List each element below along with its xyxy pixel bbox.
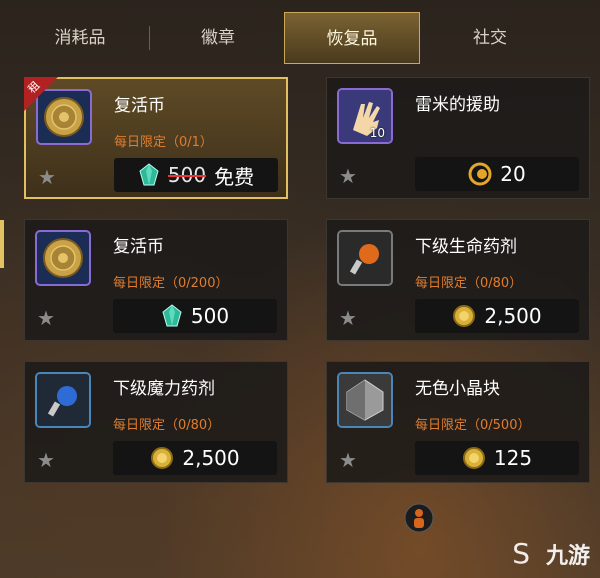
tab-recovery[interactable]: 恢复品 [284, 12, 420, 64]
gold-coin-icon [462, 447, 485, 469]
buy-button[interactable]: 125 [415, 441, 579, 475]
favorite-star-icon[interactable]: ★ [37, 450, 55, 470]
favorite-star-icon[interactable]: ★ [38, 167, 56, 187]
character-icon [404, 503, 434, 533]
item-icon-frame: 10 [337, 88, 393, 144]
favorite-star-icon[interactable]: ★ [339, 450, 357, 470]
item-name: 复活币 [114, 96, 165, 116]
shop-item-card[interactable]: 下级魔力药剂 每日限定（0/80） ★ 2,500 [24, 361, 288, 483]
buy-button[interactable]: 20 [415, 157, 579, 191]
original-price: 500 [167, 163, 207, 187]
tab-social[interactable]: 社交 [430, 12, 550, 64]
favorite-star-icon[interactable]: ★ [339, 308, 357, 328]
scroll-indicator [0, 220, 4, 268]
item-name: 下级魔力药剂 [113, 379, 215, 399]
item-icon-frame [337, 230, 393, 286]
item-daily-limit: 每日限定（0/1） [114, 135, 213, 150]
gold-coin-icon [453, 305, 476, 327]
gold-coin-icon [151, 447, 174, 469]
tab-badges[interactable]: 徽章 [158, 12, 278, 64]
item-price: 20 [500, 162, 526, 186]
item-name: 无色小晶块 [415, 379, 500, 399]
gem-icon [139, 163, 159, 186]
free-label: 免费 [214, 164, 255, 189]
item-quantity: 10 [369, 126, 385, 140]
item-price: 2,500 [182, 446, 240, 470]
item-daily-limit: 每日限定（0/500） [415, 418, 531, 433]
item-daily-limit: 每日限定（0/200） [113, 276, 229, 291]
health-potion-icon [339, 232, 391, 284]
item-daily-limit: 每日限定（0/80） [415, 276, 523, 291]
crescent-coin-icon [468, 162, 492, 186]
favorite-star-icon[interactable]: ★ [339, 166, 357, 186]
item-price: 125 [493, 446, 533, 470]
buy-button[interactable]: 2,500 [415, 299, 579, 333]
item-name: 雷米的援助 [415, 95, 500, 115]
crystal-shard-icon [339, 374, 391, 426]
buy-button[interactable]: 500 [113, 299, 277, 333]
item-name: 下级生命药剂 [415, 237, 517, 257]
shop-item-card[interactable]: 10 雷米的援助 ★ 20 [326, 77, 590, 199]
item-icon-frame [35, 372, 91, 428]
item-name: 复活币 [113, 237, 164, 257]
shop-item-card[interactable]: 无色小晶块 每日限定（0/500） ★ 125 [326, 361, 590, 483]
buy-button[interactable]: 500 免费 [114, 158, 278, 192]
shop-item-card[interactable]: 租 复活币 每日限定（0/1） ★ 500 免费 [24, 77, 288, 199]
shop-item-card[interactable]: 复活币 每日限定（0/200） ★ 500 [24, 219, 288, 341]
tab-divider [149, 26, 150, 50]
watermark-text: 九游 [545, 544, 590, 569]
buy-button[interactable]: 2,500 [113, 441, 277, 475]
item-price: 2,500 [484, 304, 542, 328]
revive-coin-icon [43, 238, 83, 278]
tab-consumables[interactable]: 消耗品 [20, 12, 140, 64]
favorite-star-icon[interactable]: ★ [37, 308, 55, 328]
mana-potion-icon [37, 374, 89, 426]
watermark-logo-icon: S [512, 537, 530, 570]
item-icon-frame [35, 230, 91, 286]
item-icon-frame [337, 372, 393, 428]
gem-icon [162, 304, 182, 327]
item-price: 500 [190, 304, 230, 328]
shop-item-card[interactable]: 下级生命药剂 每日限定（0/80） ★ 2,500 [326, 219, 590, 341]
item-daily-limit: 每日限定（0/80） [113, 418, 221, 433]
tab-bar: 消耗品 徽章 恢复品 社交 [0, 0, 600, 66]
